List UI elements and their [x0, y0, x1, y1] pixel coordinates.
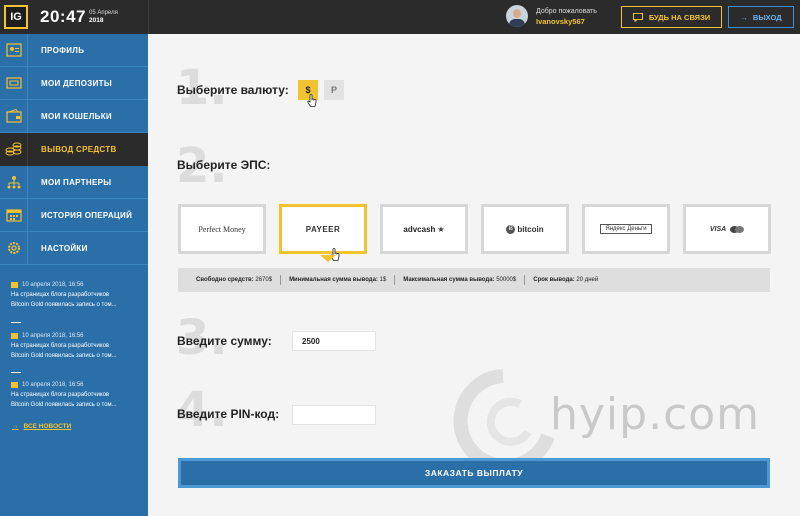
wallet-icon	[0, 99, 28, 133]
sidebar-item-label: МОИ ДЕПОЗИТЫ	[41, 78, 112, 88]
settings-icon	[0, 231, 28, 265]
exit-button[interactable]: → ВЫХОД	[728, 6, 794, 28]
username[interactable]: Ivanovsky567	[536, 17, 585, 26]
sidebar-item-settings[interactable]: НАСТОЙКИ	[0, 231, 148, 265]
step-label: Выберите ЭПС:	[177, 158, 271, 172]
date-day: 05 Апреля	[89, 10, 118, 16]
sidebar: ПРОФИЛЬ МОИ ДЕПОЗИТЫ МОИ КОШЕЛЬКИ ВЫВОД …	[0, 33, 148, 516]
sidebar-item-wallets[interactable]: МОИ КОШЕЛЬКИ	[0, 99, 148, 133]
news-date: 10 апреля 2018, 16:56	[22, 282, 84, 288]
calendar-icon	[11, 282, 18, 288]
eps-label: PAYEER	[305, 224, 341, 234]
eps-label: bitcoin	[517, 224, 544, 234]
news-line: На страницах блога разработчиков	[11, 292, 110, 298]
star-icon: ★	[437, 224, 445, 234]
arrow-right-icon: →	[740, 12, 748, 22]
eps-label: VISA	[709, 225, 727, 233]
news-divider	[11, 372, 21, 373]
news-item[interactable]: 10 апреля 2018, 16:56 На страницах блога…	[11, 380, 141, 410]
info-min: Минимальная сумма вывода: 1$	[281, 275, 396, 285]
history-icon	[0, 198, 28, 232]
sidebar-item-label: МОИ КОШЕЛЬКИ	[41, 111, 112, 121]
clock: 20:47	[40, 7, 86, 26]
news-line: Bitcoin Gold появилась запись о том...	[11, 402, 117, 408]
mastercard-icon	[735, 225, 745, 233]
news-line: Bitcoin Gold появилась запись о том...	[11, 353, 117, 359]
sidebar-item-deposits[interactable]: МОИ ДЕПОЗИТЫ	[0, 66, 148, 100]
amount-input[interactable]: 2500	[292, 331, 376, 351]
arrow-right-icon: →	[12, 423, 19, 430]
avatar[interactable]	[506, 5, 528, 27]
withdraw-icon	[0, 132, 28, 166]
step-label: Выберите валюту:	[177, 83, 289, 97]
sidebar-item-label: НАСТОЙКИ	[41, 243, 88, 253]
eps-perfect-money[interactable]: Perfect Money	[178, 204, 266, 254]
info-term: Срок вывода: 20 дней	[533, 277, 599, 283]
partners-icon	[0, 165, 28, 199]
main-content: 1. Выберите валюту: $ Р 2. Выберите ЭПС:…	[148, 34, 800, 516]
submit-withdraw-button[interactable]: ЗАКАЗАТЬ ВЫПЛАТУ	[178, 458, 770, 488]
sidebar-item-label: МОИ ПАРТНЕРЫ	[41, 177, 112, 187]
currency-rub-button[interactable]: Р	[324, 80, 344, 100]
all-news-label: ВСЕ НОВОСТИ	[23, 423, 72, 430]
info-max: Максимальная сумма вывода: 50000$	[395, 275, 526, 285]
news-line: На страницах блога разработчиков	[11, 343, 110, 349]
news-item[interactable]: 10 апреля 2018, 16:56 На страницах блога…	[11, 280, 141, 310]
step-label: Введите PIN-код:	[177, 407, 280, 421]
welcome-text: Добро пожаловать	[536, 8, 597, 15]
calendar-icon	[11, 382, 18, 388]
eps-advcash[interactable]: advcash ★	[380, 204, 468, 254]
top-header: IG 20:47 05 Апреля 2018 Добро пожаловать…	[0, 0, 800, 34]
deposits-icon	[0, 66, 28, 100]
date: 05 Апреля 2018	[89, 9, 118, 25]
logo[interactable]: IG	[4, 5, 28, 29]
news-line: Bitcoin Gold появилась запись о том...	[11, 302, 117, 308]
eps-payeer[interactable]: PAYEER	[279, 204, 367, 254]
eps-label: advcash	[403, 224, 436, 234]
pin-input[interactable]	[292, 405, 376, 425]
news-date: 10 апреля 2018, 16:56	[22, 333, 84, 339]
eps-visa-mastercard[interactable]: VISA	[683, 204, 771, 254]
sidebar-item-history[interactable]: ИСТОРИЯ ОПЕРАЦИЙ	[0, 198, 148, 232]
sidebar-item-label: ВЫВОД СРЕДСТВ	[41, 144, 117, 154]
eps-bitcoin[interactable]: Ƀ bitcoin	[481, 204, 569, 254]
header-divider	[148, 0, 149, 34]
date-year: 2018	[89, 17, 104, 24]
step-label: Введите сумму:	[177, 334, 272, 348]
sidebar-item-label: ИСТОРИЯ ОПЕРАЦИЙ	[41, 210, 133, 220]
news-divider	[11, 322, 21, 323]
sidebar-item-withdraw[interactable]: ВЫВОД СРЕДСТВ	[0, 132, 148, 166]
eps-label: Яндекс Деньги	[600, 224, 652, 234]
bitcoin-icon: Ƀ	[506, 224, 516, 234]
profile-icon	[0, 33, 28, 67]
info-free: Свободно средств: 2670$	[188, 275, 282, 285]
hand-cursor-icon	[307, 94, 317, 107]
chat-icon	[632, 12, 643, 22]
watermark-text: hyip.com	[550, 389, 761, 440]
sidebar-item-profile[interactable]: ПРОФИЛЬ	[0, 33, 148, 67]
exit-label: ВЫХОД	[752, 12, 782, 22]
withdraw-info-bar: Свободно средств: 2670$ Минимальная сумм…	[178, 268, 770, 292]
contact-button[interactable]: БУДЬ НА СВЯЗИ	[621, 6, 722, 28]
eps-yandex-money[interactable]: Яндекс Деньги	[582, 204, 670, 254]
contact-label: БУДЬ НА СВЯЗИ	[648, 12, 711, 22]
sidebar-item-label: ПРОФИЛЬ	[41, 45, 85, 55]
all-news-link[interactable]: → ВСЕ НОВОСТИ	[12, 423, 71, 430]
calendar-icon	[11, 333, 18, 339]
news-item[interactable]: 10 апреля 2018, 16:56 На страницах блога…	[11, 331, 141, 361]
selection-pointer	[320, 255, 336, 262]
news-date: 10 апреля 2018, 16:56	[22, 382, 84, 388]
news-line: На страницах блога разработчиков	[11, 392, 110, 398]
eps-label: Perfect Money	[198, 224, 246, 234]
sidebar-item-partners[interactable]: МОИ ПАРТНЕРЫ	[0, 165, 148, 199]
